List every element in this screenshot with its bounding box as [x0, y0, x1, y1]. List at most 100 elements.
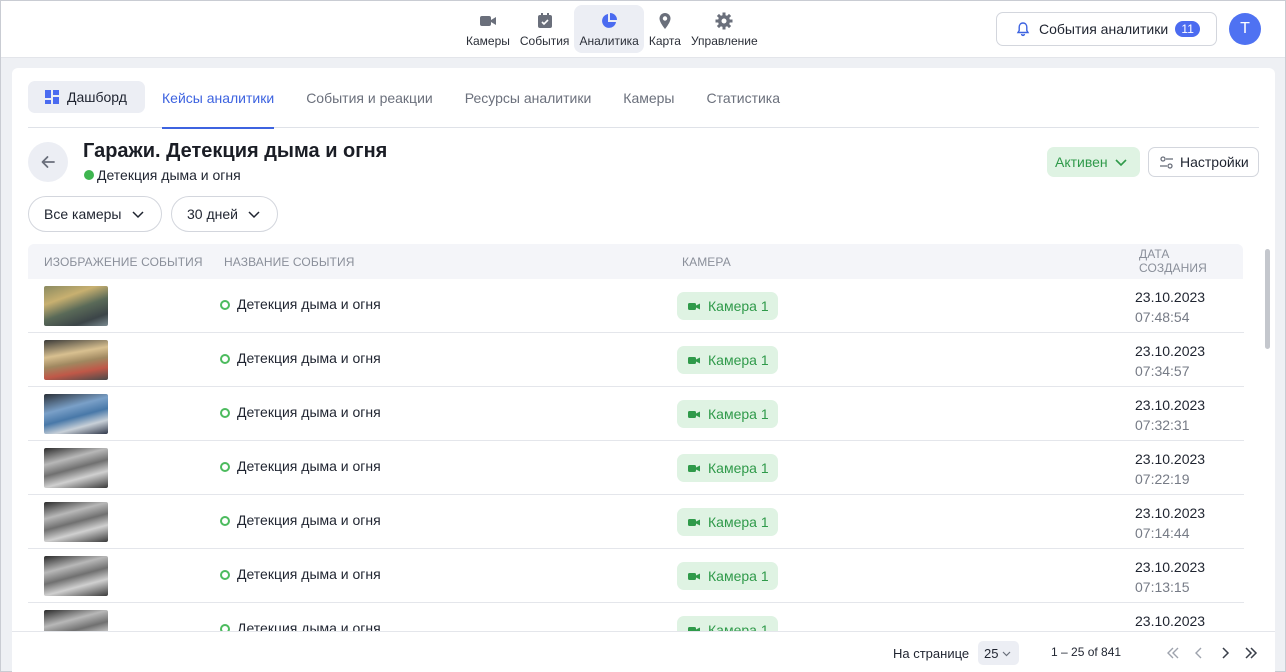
- camera-icon: [688, 303, 700, 310]
- camera-icon: [688, 627, 700, 631]
- status-dropdown[interactable]: Активен: [1047, 147, 1140, 177]
- nav-item-management[interactable]: Управление: [686, 5, 763, 53]
- event-name-cell: Детекция дыма и огня: [220, 566, 381, 582]
- event-thumbnail[interactable]: [44, 610, 108, 631]
- camera-icon: [688, 465, 700, 472]
- camera-chip[interactable]: Камера 1: [677, 562, 778, 590]
- tab-analytics-cases[interactable]: Кейсы аналитики: [162, 81, 275, 129]
- last-page-button[interactable]: [1238, 643, 1264, 663]
- event-thumbnail[interactable]: [44, 394, 108, 434]
- created-time: 07:34:57: [1135, 363, 1190, 379]
- created-date: 23.10.2023: [1135, 343, 1206, 359]
- period-filter-dropdown[interactable]: 30 дней: [171, 196, 278, 232]
- camera-name: Камера 1: [708, 514, 769, 530]
- avatar[interactable]: T: [1229, 13, 1261, 45]
- settings-button[interactable]: Настройки: [1148, 147, 1259, 177]
- calendar-icon: [537, 12, 552, 28]
- next-page-button[interactable]: [1212, 643, 1238, 663]
- per-page-label: На странице: [893, 646, 970, 661]
- chevrons-right-icon: [1245, 647, 1258, 659]
- camera-chip[interactable]: Камера 1: [677, 346, 778, 374]
- table-row[interactable]: Детекция дыма и огня Камера 1 23.10.2023…: [28, 495, 1244, 549]
- chevron-down-icon: [248, 211, 260, 219]
- analytics-events-label: События аналитики: [1039, 21, 1169, 37]
- nav-label: Аналитика: [579, 33, 639, 48]
- camera-icon: [688, 519, 700, 526]
- nav-label: Камеры: [466, 33, 510, 48]
- chevron-down-icon: [131, 211, 144, 219]
- nav-label: Карта: [648, 33, 681, 48]
- camera-icon: [688, 573, 700, 580]
- dashboard-button[interactable]: Дашборд: [28, 81, 145, 113]
- status-ring-icon: [220, 624, 230, 631]
- camera-chip[interactable]: Камера 1: [677, 508, 778, 536]
- status-ring-icon: [220, 462, 230, 472]
- page-range: 1 – 25 of 841: [1051, 645, 1122, 659]
- camera-filter-dropdown[interactable]: Все камеры: [28, 196, 162, 232]
- pager: [1160, 643, 1264, 663]
- prev-page-button[interactable]: [1186, 643, 1212, 663]
- table-row[interactable]: Детекция дыма и огня Камера 1 23.10.2023…: [28, 441, 1244, 495]
- sliders-icon: [1160, 155, 1173, 169]
- bell-icon: [1016, 22, 1030, 37]
- created-time: 07:48:54: [1135, 309, 1190, 325]
- tab-analytics-resources[interactable]: Ресурсы аналитики: [465, 81, 592, 128]
- created-datetime: 23.10.2023 07:14:44: [1135, 503, 1205, 543]
- tab-bar: Дашборд Кейсы аналитики События и реакци…: [28, 81, 1259, 129]
- camera-chip[interactable]: Камера 1: [677, 616, 778, 631]
- tab-events-reactions[interactable]: События и реакции: [306, 81, 433, 128]
- events-count-badge: 11: [1175, 21, 1201, 37]
- back-button[interactable]: [28, 142, 68, 182]
- tab-cameras[interactable]: Камеры: [623, 81, 674, 128]
- event-thumbnail[interactable]: [44, 502, 108, 542]
- created-time: 07:13:15: [1135, 579, 1190, 595]
- camera-icon: [479, 15, 496, 26]
- column-header-camera: Камера: [682, 255, 731, 269]
- event-thumbnail[interactable]: [44, 448, 108, 488]
- nav-item-analytics[interactable]: Аналитика: [574, 5, 644, 53]
- created-time: 07:32:31: [1135, 417, 1190, 433]
- column-header-event-name: Название события: [224, 255, 355, 269]
- nav-item-events[interactable]: События: [515, 5, 575, 53]
- event-name: Детекция дыма и огня: [237, 296, 381, 312]
- camera-name: Камера 1: [708, 352, 769, 368]
- analytics-events-button[interactable]: События аналитики 11: [996, 12, 1217, 46]
- event-thumbnail[interactable]: [44, 556, 108, 596]
- map-pin-icon: [659, 12, 671, 29]
- event-name: Детекция дыма и огня: [237, 620, 381, 631]
- nav-item-map[interactable]: Карта: [644, 5, 686, 53]
- created-datetime: 23.10.2023 07:22:19: [1135, 449, 1205, 489]
- camera-chip[interactable]: Камера 1: [677, 400, 778, 428]
- case-subtitle: Детекция дыма и огня: [84, 167, 241, 183]
- table-row[interactable]: Детекция дыма и огня Камера 1 23.10.2023: [28, 603, 1244, 631]
- created-date: 23.10.2023: [1135, 505, 1206, 521]
- camera-name: Камера 1: [708, 406, 769, 422]
- first-page-button[interactable]: [1160, 643, 1186, 663]
- table-row[interactable]: Детекция дыма и огня Камера 1 23.10.2023…: [28, 387, 1244, 441]
- camera-chip[interactable]: Камера 1: [677, 454, 778, 482]
- event-name: Детекция дыма и огня: [237, 404, 381, 420]
- main-nav: Камеры События Аналитика Карта Управлени…: [461, 5, 763, 53]
- column-header-created-date[interactable]: Дата создания: [1139, 247, 1219, 275]
- table-row[interactable]: Детекция дыма и огня Камера 1 23.10.2023…: [28, 279, 1244, 333]
- event-thumbnail[interactable]: [44, 286, 108, 326]
- table-row[interactable]: Детекция дыма и огня Камера 1 23.10.2023…: [28, 549, 1244, 603]
- chevron-left-icon: [1195, 647, 1202, 659]
- status-ring-icon: [220, 570, 230, 580]
- chevron-down-icon: [1003, 651, 1011, 656]
- camera-chip[interactable]: Камера 1: [677, 292, 778, 320]
- event-thumbnail[interactable]: [44, 340, 108, 380]
- scrollbar[interactable]: [1265, 249, 1270, 349]
- tab-statistics[interactable]: Статистика: [707, 81, 781, 128]
- created-time: 07:14:44: [1135, 525, 1190, 541]
- per-page-select[interactable]: 25: [978, 641, 1019, 665]
- column-header-image: Изображение события: [44, 255, 203, 269]
- dashboard-label: Дашборд: [67, 89, 127, 105]
- table-row[interactable]: Детекция дыма и огня Камера 1 23.10.2023…: [28, 333, 1244, 387]
- status-ring-icon: [220, 354, 230, 364]
- event-name-cell: Детекция дыма и огня: [220, 620, 381, 631]
- event-name-cell: Детекция дыма и огня: [220, 350, 381, 366]
- arrow-left-icon: [41, 156, 55, 168]
- nav-item-cameras[interactable]: Камеры: [461, 5, 515, 53]
- event-name: Детекция дыма и огня: [237, 350, 381, 366]
